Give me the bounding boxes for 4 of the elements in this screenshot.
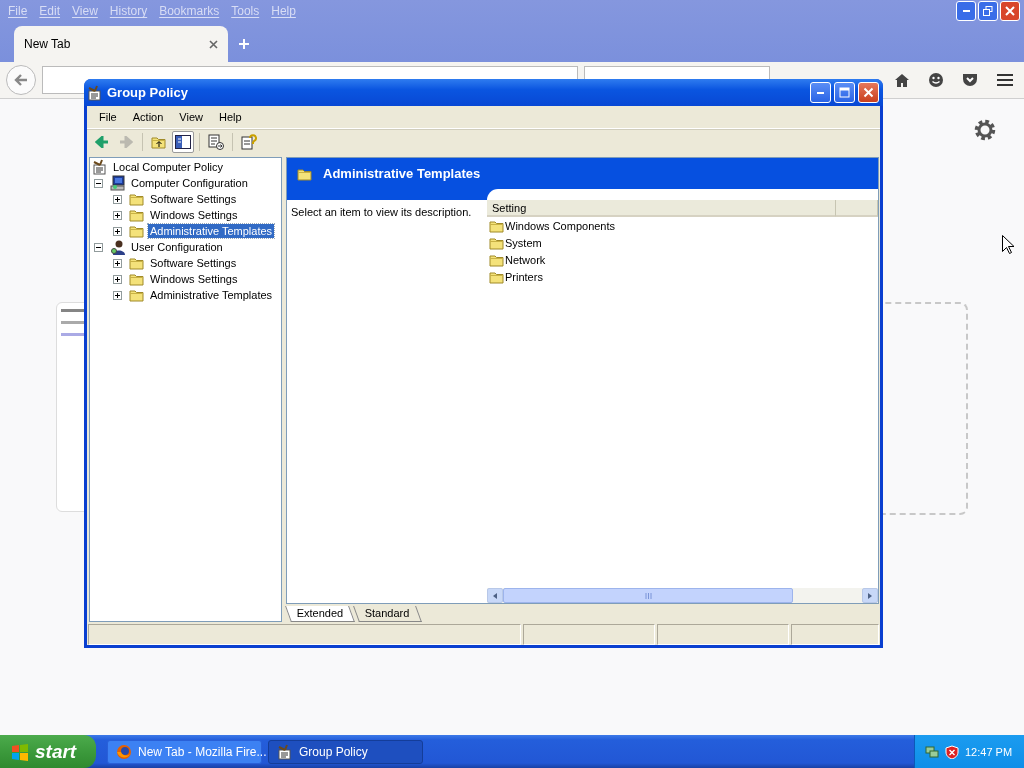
window-title: Group Policy	[107, 85, 188, 100]
description-text: Select an item to view its description.	[291, 206, 472, 218]
clock: 12:47 PM	[965, 745, 1013, 758]
pane-heading: Administrative Templates	[323, 166, 481, 181]
